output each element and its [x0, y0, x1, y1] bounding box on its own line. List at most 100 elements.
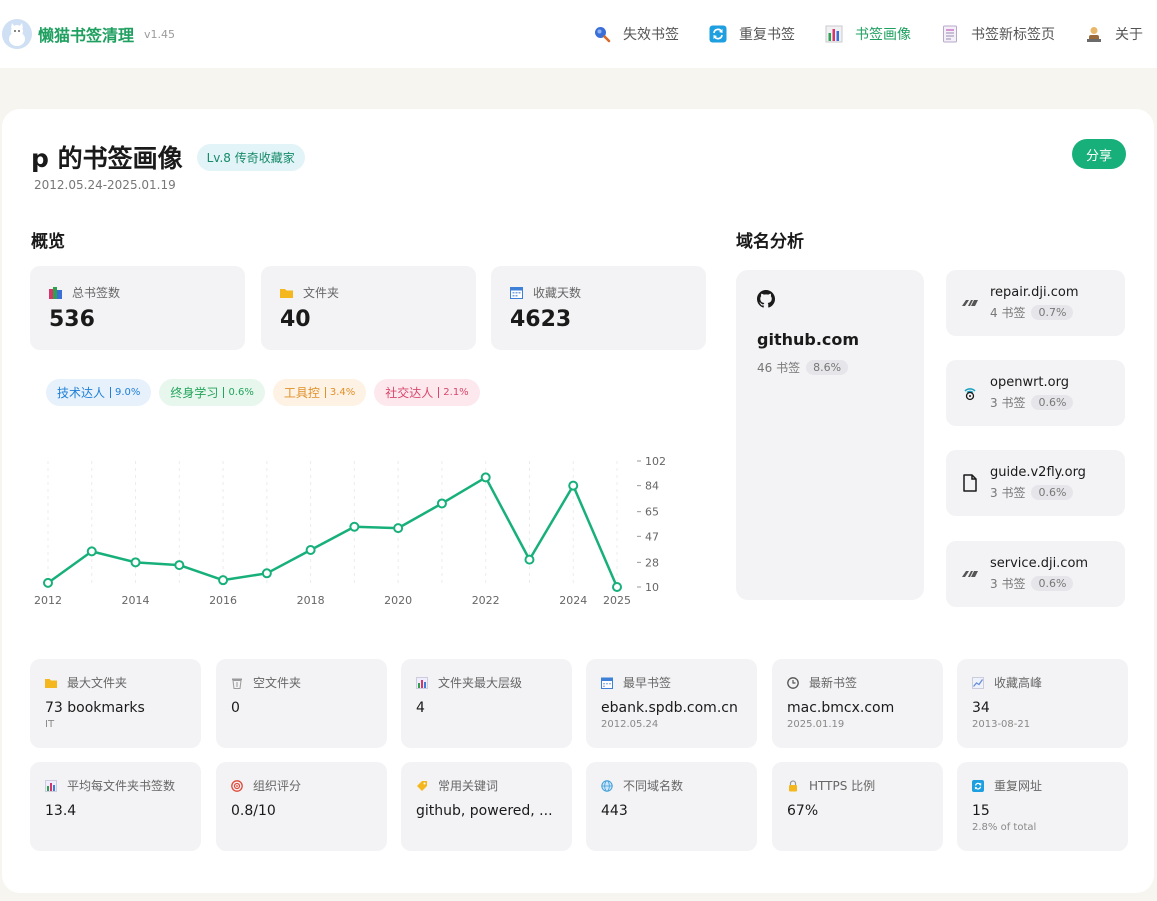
domain-count: 3 书签: [990, 486, 1026, 500]
detail-card: HTTPS 比例 67%: [772, 762, 943, 851]
detail-value: 15: [972, 803, 990, 819]
detail-card: 常用关键词 github, powered, ...: [401, 762, 572, 851]
detail-card: 组织评分 0.8/10: [216, 762, 387, 851]
stat-days: 收藏天数 4623: [491, 266, 706, 350]
x-tick-label: 2020: [384, 594, 412, 607]
domain-count: 3 书签: [990, 577, 1026, 591]
tag-percent: 0.6%: [223, 387, 254, 398]
domain-count: 3 书签: [990, 396, 1026, 410]
detail-card: 最新书签 mac.bmcx.com 2025.01.19: [772, 659, 943, 748]
cat-logo-icon: [2, 19, 32, 49]
detail-value: 73 bookmarks: [45, 700, 145, 716]
domain-name: guide.v2fly.org: [990, 465, 1086, 480]
detail-value: 0: [231, 700, 240, 716]
detail-label: 空文件夹: [253, 676, 302, 690]
nav-bookmark-profile[interactable]: 书签画像: [825, 24, 911, 44]
y-tick-label: 28: [645, 556, 659, 569]
stat-folders: 文件夹 40: [261, 266, 476, 350]
y-tick-label: 84: [645, 480, 659, 493]
stat-label: 总书签数: [72, 286, 121, 300]
detail-value: 4: [416, 700, 425, 716]
level-badge: Lv.8 传奇收藏家: [196, 143, 305, 171]
domain-card-openwrt[interactable]: openwrt.org 3 书签 0.6%: [946, 360, 1125, 426]
brand[interactable]: 懒猫书签清理 v1.45: [2, 19, 175, 49]
x-tick-label: 2022: [472, 594, 500, 607]
domain-card-service-dji[interactable]: service.dji.com 3 书签 0.6%: [946, 541, 1125, 607]
detail-label-row: 平均每文件夹书签数: [45, 777, 186, 794]
detail-label: HTTPS 比例: [809, 779, 876, 793]
bar-chart-icon: [45, 779, 57, 792]
detail-value: 13.4: [45, 803, 77, 819]
domain-name: github.com: [757, 330, 860, 349]
data-point: [524, 554, 535, 565]
data-point: [261, 568, 272, 579]
tag-percent: 2.1%: [438, 387, 469, 398]
domain-percent: 0.7%: [1031, 305, 1074, 320]
detail-label-row: 空文件夹: [231, 674, 372, 691]
stat-label: 收藏天数: [533, 286, 582, 300]
domain-card-repair-dji[interactable]: repair.dji.com 4 书签 0.7%: [946, 270, 1125, 336]
detail-label: 组织评分: [253, 779, 302, 793]
nav-label: 书签画像: [855, 27, 911, 43]
tag-social: 社交达人 2.1%: [374, 379, 480, 406]
share-button[interactable]: 分享: [1072, 139, 1126, 169]
date-range: 2012.05.24-2025.01.19: [34, 178, 176, 192]
tag-label: 技术达人: [57, 386, 106, 400]
detail-card: 最早书签 ebank.spdb.com.cn 2012.05.24: [586, 659, 757, 748]
domain-card-v2fly[interactable]: guide.v2fly.org 3 书签 0.6%: [946, 450, 1125, 516]
detail-card: 平均每文件夹书签数 13.4: [30, 762, 201, 851]
nav-about[interactable]: 关于: [1085, 24, 1143, 44]
profile-card: p 的书签画像 Lv.8 传奇收藏家 2012.05.24-2025.01.19…: [2, 109, 1154, 893]
nav-label: 重复书签: [739, 27, 795, 43]
nav-duplicate-bookmarks[interactable]: 重复书签: [709, 24, 795, 44]
detail-card: 收藏高峰 34 2013-08-21: [957, 659, 1128, 748]
x-tick-label: 2016: [209, 594, 237, 607]
app-name: 懒猫书签清理: [38, 26, 135, 45]
trend-icon: [972, 676, 984, 689]
domain-top-card[interactable]: github.com 46 书签 8.6%: [736, 270, 924, 600]
nav-label: 关于: [1115, 27, 1143, 43]
detail-label-row: HTTPS 比例: [787, 777, 928, 794]
detail-card: 不同域名数 443: [586, 762, 757, 851]
bar-chart-icon: [825, 25, 843, 43]
detail-card: 最大文件夹 73 bookmarks IT: [30, 659, 201, 748]
magnifier-icon: [593, 25, 611, 43]
data-point: [43, 577, 53, 588]
y-tick-label: 47: [645, 530, 659, 543]
detail-card: 重复网址 15 2.8% of total: [957, 762, 1128, 851]
top-bar: 懒猫书签清理 v1.45 失效书签 重复书签 书签画像 书签新标签页 关于: [0, 0, 1157, 68]
data-point: [612, 582, 622, 592]
nav-new-tab[interactable]: 书签新标签页: [941, 24, 1055, 44]
domain-count: 4 书签: [990, 306, 1026, 320]
person-icon: [1085, 25, 1103, 43]
detail-label: 重复网址: [994, 779, 1043, 793]
detail-label: 平均每文件夹书签数: [67, 779, 176, 793]
github-icon: [757, 290, 775, 312]
nav-label: 失效书签: [623, 27, 679, 43]
main-nav: 失效书签 重复书签 书签画像 书签新标签页 关于: [563, 0, 1143, 68]
domain-percent: 0.6%: [1031, 576, 1074, 591]
nav-dead-bookmarks[interactable]: 失效书签: [593, 24, 679, 44]
domain-count: 46 书签: [757, 361, 801, 375]
tag-tech: 技术达人 9.0%: [46, 379, 152, 406]
detail-label-row: 文件夹最大层级: [416, 674, 557, 691]
detail-value: 67%: [787, 803, 819, 819]
detail-label: 最新书签: [809, 676, 858, 690]
detail-value: ebank.spdb.com.cn: [601, 700, 738, 716]
x-tick-label: 2025: [603, 594, 631, 607]
tag-label: 终身学习: [170, 386, 219, 400]
detail-label: 常用关键词: [438, 779, 499, 793]
app-version: v1.45: [144, 27, 176, 41]
tag-tools: 工具控 3.4%: [272, 379, 367, 406]
books-icon: [49, 286, 62, 299]
target-icon: [231, 779, 243, 792]
x-tick-label: 2018: [297, 594, 325, 607]
detail-subtext: IT: [45, 719, 55, 730]
folder-icon: [45, 677, 57, 689]
detail-subtext: 2012.05.24: [601, 719, 659, 730]
detail-value: 0.8/10: [231, 803, 276, 819]
detail-subtext: 2.8% of total: [972, 822, 1037, 833]
detail-label-row: 收藏高峰: [972, 674, 1113, 691]
tag-percent: 9.0%: [110, 387, 140, 398]
detail-label-row: 不同域名数: [601, 777, 742, 794]
